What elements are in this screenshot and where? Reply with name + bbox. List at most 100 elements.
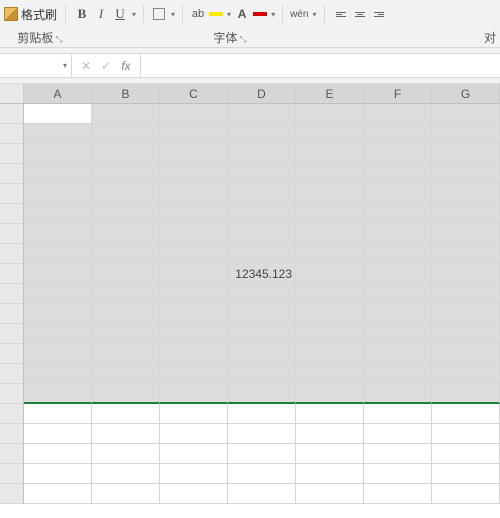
cell[interactable] xyxy=(228,404,296,424)
cell[interactable] xyxy=(364,104,432,124)
row-header[interactable] xyxy=(0,284,24,304)
cell[interactable] xyxy=(228,164,296,184)
cell[interactable] xyxy=(24,284,92,304)
dialog-launcher-icon[interactable]: ⤡ xyxy=(239,34,246,44)
cell[interactable] xyxy=(160,384,228,404)
cell[interactable] xyxy=(296,124,364,144)
cell[interactable] xyxy=(364,344,432,364)
cell[interactable] xyxy=(92,124,160,144)
cell[interactable] xyxy=(92,344,160,364)
cell[interactable] xyxy=(228,364,296,384)
cell[interactable] xyxy=(24,444,92,464)
cell[interactable] xyxy=(296,484,364,504)
col-header-A[interactable]: A xyxy=(24,84,92,104)
cell[interactable] xyxy=(364,484,432,504)
cell[interactable] xyxy=(296,104,364,124)
cell[interactable] xyxy=(364,464,432,484)
cell[interactable] xyxy=(296,264,364,284)
row-header[interactable] xyxy=(0,204,24,224)
cell[interactable] xyxy=(160,124,228,144)
cell[interactable] xyxy=(92,384,160,404)
cell[interactable] xyxy=(24,424,92,444)
format-painter-button[interactable]: 格式刷 xyxy=(4,6,57,23)
chevron-down-icon[interactable]: ▾ xyxy=(227,10,231,19)
cell[interactable] xyxy=(228,204,296,224)
cell[interactable] xyxy=(296,464,364,484)
cell[interactable] xyxy=(228,184,296,204)
cell[interactable] xyxy=(228,124,296,144)
align-center-button[interactable] xyxy=(352,4,368,24)
cell[interactable] xyxy=(432,384,500,404)
cell[interactable] xyxy=(364,364,432,384)
cell[interactable] xyxy=(228,144,296,164)
cell[interactable] xyxy=(92,444,160,464)
row-header[interactable] xyxy=(0,304,24,324)
cell[interactable] xyxy=(228,284,296,304)
cell[interactable] xyxy=(24,404,92,424)
cell[interactable] xyxy=(228,424,296,444)
chevron-down-icon[interactable]: ▾ xyxy=(312,10,316,19)
row-header[interactable] xyxy=(0,184,24,204)
row-header[interactable] xyxy=(0,424,24,444)
dialog-launcher-icon[interactable]: ⤡ xyxy=(55,34,62,44)
cell[interactable] xyxy=(364,224,432,244)
cell[interactable] xyxy=(432,324,500,344)
font-color-button[interactable]: A xyxy=(234,4,250,24)
row-header[interactable] xyxy=(0,224,24,244)
border-button[interactable] xyxy=(151,4,167,24)
cell[interactable] xyxy=(92,304,160,324)
cell[interactable] xyxy=(160,184,228,204)
cell[interactable] xyxy=(92,164,160,184)
cell[interactable] xyxy=(432,404,500,424)
cell[interactable] xyxy=(296,384,364,404)
row-header[interactable] xyxy=(0,144,24,164)
cell[interactable] xyxy=(432,184,500,204)
cell[interactable] xyxy=(228,384,296,404)
cell[interactable] xyxy=(296,204,364,224)
cell[interactable] xyxy=(296,304,364,324)
cell[interactable] xyxy=(160,304,228,324)
cell[interactable] xyxy=(364,264,432,284)
row-header[interactable] xyxy=(0,104,24,124)
cell[interactable] xyxy=(364,204,432,224)
cell[interactable] xyxy=(92,424,160,444)
cell[interactable] xyxy=(296,224,364,244)
cell[interactable] xyxy=(432,224,500,244)
cell[interactable] xyxy=(228,324,296,344)
cell[interactable] xyxy=(160,344,228,364)
cell[interactable] xyxy=(296,184,364,204)
cell[interactable] xyxy=(24,184,92,204)
cell[interactable] xyxy=(160,284,228,304)
cell[interactable] xyxy=(160,204,228,224)
cell[interactable] xyxy=(296,284,364,304)
cell[interactable] xyxy=(92,204,160,224)
cancel-formula-button[interactable]: ✕ xyxy=(78,59,94,73)
cell[interactable] xyxy=(160,144,228,164)
cell[interactable] xyxy=(160,464,228,484)
row-header[interactable] xyxy=(0,344,24,364)
chevron-down-icon[interactable]: ▾ xyxy=(171,10,175,19)
cell[interactable] xyxy=(228,444,296,464)
cell[interactable] xyxy=(364,444,432,464)
cell[interactable] xyxy=(296,324,364,344)
cell[interactable] xyxy=(296,364,364,384)
cell[interactable] xyxy=(228,484,296,504)
pinyin-button[interactable]: wén xyxy=(290,4,308,24)
cell[interactable] xyxy=(92,184,160,204)
cell[interactable] xyxy=(296,244,364,264)
cell[interactable] xyxy=(432,164,500,184)
cell[interactable] xyxy=(92,284,160,304)
cell[interactable] xyxy=(24,224,92,244)
cell[interactable] xyxy=(92,104,160,124)
cell[interactable] xyxy=(160,264,228,284)
cell[interactable] xyxy=(92,404,160,424)
cell[interactable] xyxy=(364,324,432,344)
cell[interactable] xyxy=(432,104,500,124)
col-header-G[interactable]: G xyxy=(432,84,500,104)
cell[interactable] xyxy=(432,484,500,504)
cell[interactable] xyxy=(228,464,296,484)
select-all-corner[interactable] xyxy=(0,84,24,104)
cell[interactable] xyxy=(364,384,432,404)
cell[interactable] xyxy=(24,144,92,164)
underline-button[interactable]: U xyxy=(112,4,128,24)
